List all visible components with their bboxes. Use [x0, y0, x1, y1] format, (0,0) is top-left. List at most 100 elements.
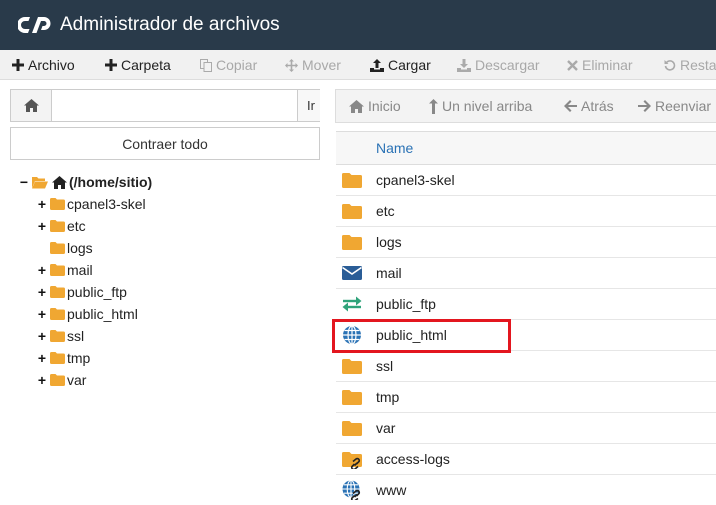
tree-root[interactable]: − (/home/sitio) — [18, 171, 152, 193]
app-title: Administrador de archivos — [60, 14, 280, 35]
tree-item[interactable]: + tmp — [36, 347, 90, 369]
tree-item[interactable]: + public_html — [36, 303, 138, 325]
name-column-header[interactable]: Name — [376, 140, 413, 156]
expand-toggle-icon[interactable]: + — [36, 373, 48, 387]
back-button[interactable]: Atrás — [564, 90, 614, 122]
folder-icon — [50, 242, 65, 254]
restore-icon — [664, 60, 676, 71]
up-label: Un nivel arriba — [442, 98, 533, 114]
tree-item-label: cpanel3-skel — [67, 196, 146, 212]
file-row[interactable]: mail — [336, 258, 716, 289]
upload-button[interactable]: Cargar — [370, 50, 431, 80]
file-name: www — [376, 482, 407, 498]
file-name: mail — [376, 265, 402, 281]
file-name: var — [376, 420, 396, 436]
home-icon — [349, 99, 364, 113]
folder-icon — [50, 286, 65, 298]
new-folder-button[interactable]: Carpeta — [105, 50, 171, 80]
move-label: Mover — [302, 57, 341, 73]
upload-icon — [370, 58, 384, 72]
expand-toggle-icon[interactable]: + — [36, 197, 48, 211]
tree-item-label: logs — [67, 240, 93, 256]
path-input[interactable] — [52, 90, 297, 121]
collapse-toggle-icon[interactable]: − — [18, 175, 30, 189]
file-row[interactable]: cpanel3-skel — [336, 165, 716, 196]
file-row[interactable]: logs — [336, 227, 716, 258]
collapse-all-button[interactable]: Contraer todo — [10, 127, 320, 160]
home-button[interactable]: Inicio — [349, 90, 401, 122]
path-bar: Ir — [10, 89, 320, 122]
file-name: tmp — [376, 389, 400, 405]
file-row[interactable]: ssl — [336, 351, 716, 382]
expand-toggle-icon[interactable]: + — [36, 307, 48, 321]
cpanel-logo-icon — [18, 17, 51, 33]
tree-item-label: public_ftp — [67, 284, 127, 300]
tree-item-label: public_html — [67, 306, 138, 322]
folder-icon — [50, 198, 65, 210]
move-button[interactable]: Mover — [285, 50, 341, 80]
copy-button[interactable]: Copiar — [200, 50, 257, 80]
file-row[interactable]: tmp — [336, 382, 716, 413]
delete-label: Eliminar — [582, 57, 633, 73]
delete-button[interactable]: Eliminar — [567, 50, 633, 80]
new-file-label: Archivo — [28, 57, 75, 73]
main-toolbar: Archivo Carpeta Copiar Mover Cargar Desc… — [0, 50, 716, 80]
globe-link-icon — [342, 480, 361, 500]
home-path-button[interactable] — [11, 90, 52, 121]
file-row[interactable]: www — [336, 475, 716, 505]
envelope-icon — [342, 266, 362, 280]
tree-item[interactable]: + etc — [36, 215, 86, 237]
new-file-button[interactable]: Archivo — [12, 50, 75, 80]
copy-label: Copiar — [216, 57, 258, 73]
file-row[interactable]: public_ftp — [336, 289, 716, 320]
times-icon — [567, 59, 578, 71]
restore-label: Resta — [680, 57, 716, 73]
folder-icon — [50, 220, 65, 232]
file-name: ssl — [376, 358, 394, 374]
up-one-level-button[interactable]: Un nivel arriba — [429, 90, 532, 122]
new-folder-label: Carpeta — [121, 57, 171, 73]
app-header: Administrador de archivos — [0, 0, 716, 50]
expand-toggle-icon[interactable]: + — [36, 285, 48, 299]
file-row[interactable]: var — [336, 413, 716, 444]
tree-item-label: etc — [67, 218, 86, 234]
folder-icon — [342, 359, 362, 374]
expand-toggle-icon[interactable]: + — [36, 329, 48, 343]
go-button[interactable]: Ir — [297, 90, 320, 121]
tree-item[interactable]: + mail — [36, 259, 93, 281]
file-name: access-logs — [376, 451, 450, 467]
download-button[interactable]: Descargar — [457, 50, 540, 80]
expand-toggle-icon[interactable]: + — [36, 219, 48, 233]
folder-icon — [342, 235, 362, 250]
copy-icon — [200, 58, 212, 72]
folder-open-icon — [32, 176, 48, 188]
file-name: logs — [376, 234, 402, 250]
folder-icon — [342, 173, 362, 188]
tree-item[interactable]: + var — [36, 369, 87, 391]
tree-item[interactable]: + public_ftp — [36, 281, 127, 303]
arrow-right-icon — [638, 100, 651, 112]
tree-item-label: mail — [67, 262, 93, 278]
move-icon — [285, 58, 298, 72]
tree-item[interactable]: + ssl — [36, 325, 84, 347]
restore-button[interactable]: Resta — [664, 50, 716, 80]
folder-icon — [342, 421, 362, 436]
forward-label: Reenviar — [655, 98, 712, 114]
file-name: cpanel3-skel — [376, 172, 455, 188]
folder-icon — [50, 374, 65, 386]
expand-toggle-icon[interactable]: + — [36, 263, 48, 277]
tree-item[interactable]: + cpanel3-skel — [36, 193, 146, 215]
tree-item-label: ssl — [67, 328, 85, 344]
tree-item[interactable]: logs — [36, 237, 93, 259]
tree-item-label: var — [67, 372, 87, 388]
highlight-box — [332, 319, 511, 353]
file-row[interactable]: access-logs — [336, 444, 716, 475]
arrow-left-icon — [564, 100, 577, 112]
folder-icon — [50, 330, 65, 342]
expand-toggle-icon[interactable]: + — [36, 351, 48, 365]
upload-label: Cargar — [388, 57, 431, 73]
folder-link-icon — [342, 452, 362, 469]
file-list-header: Name — [336, 131, 716, 165]
file-row[interactable]: etc — [336, 196, 716, 227]
forward-button[interactable]: Reenviar — [638, 90, 711, 122]
